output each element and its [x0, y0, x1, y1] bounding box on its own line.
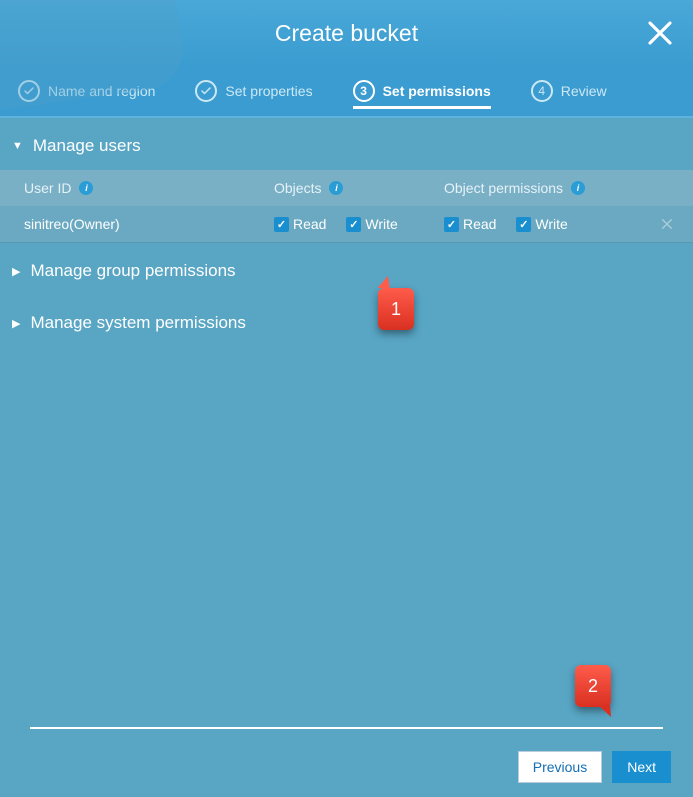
table-row: sinitreo(Owner) Read Write Read Write: [0, 206, 693, 243]
checkbox-permissions-read[interactable]: [444, 217, 459, 232]
previous-button[interactable]: Previous: [518, 751, 602, 783]
x-icon: [660, 217, 674, 231]
section-title: Manage system permissions: [30, 313, 245, 333]
caret-down-icon: ▼: [12, 140, 23, 152]
checkbox-permissions-write[interactable]: [516, 217, 531, 232]
caret-right-icon: ▶: [12, 265, 20, 278]
step-label: Review: [561, 83, 607, 99]
close-button[interactable]: [645, 18, 675, 48]
step-set-properties[interactable]: Set properties: [195, 80, 312, 102]
dialog-footer: Previous Next: [518, 751, 671, 783]
info-icon[interactable]: i: [571, 181, 585, 195]
checkbox-label: Read: [293, 216, 326, 232]
column-label: Object permissions: [444, 180, 563, 196]
column-label: Objects: [274, 180, 321, 196]
checkmark-icon: [195, 80, 217, 102]
checkbox-label: Read: [463, 216, 496, 232]
info-icon[interactable]: i: [329, 181, 343, 195]
permissions-table-header: User ID i Objects i Object permissions i: [0, 170, 693, 206]
checkbox-label: Write: [365, 216, 397, 232]
column-object-permissions: Object permissions i: [444, 180, 681, 196]
step-label: Set permissions: [383, 83, 491, 99]
info-icon[interactable]: i: [79, 181, 93, 195]
annotation-callout-2: 2: [575, 665, 611, 707]
step-label: Set properties: [225, 83, 312, 99]
section-title: Manage users: [33, 136, 141, 156]
checkbox-objects-read[interactable]: [274, 217, 289, 232]
dialog-content: ▼ Manage users User ID i Objects i Objec…: [0, 118, 693, 737]
dialog-title: Create bucket: [275, 20, 418, 47]
section-manage-system-permissions[interactable]: ▶ Manage system permissions: [0, 295, 693, 347]
footer-divider: [30, 727, 663, 729]
step-number: 4: [531, 80, 553, 102]
checkbox-label: Write: [535, 216, 567, 232]
section-manage-users[interactable]: ▼ Manage users: [0, 118, 693, 170]
column-user-id: User ID i: [24, 180, 274, 196]
column-objects: Objects i: [274, 180, 444, 196]
remove-row-button[interactable]: [653, 217, 681, 231]
next-button[interactable]: Next: [612, 751, 671, 783]
annotation-callout-1: 1: [378, 288, 414, 330]
section-manage-group-permissions[interactable]: ▶ Manage group permissions: [0, 243, 693, 295]
step-set-permissions[interactable]: 3 Set permissions: [353, 80, 491, 109]
step-number: 3: [353, 80, 375, 102]
cell-objects: Read Write: [274, 216, 444, 232]
dialog-header: Create bucket: [0, 0, 693, 66]
caret-right-icon: ▶: [12, 317, 20, 330]
cell-object-permissions: Read Write: [444, 216, 653, 232]
cell-user-id: sinitreo(Owner): [24, 216, 274, 232]
close-icon: [645, 18, 675, 48]
step-review[interactable]: 4 Review: [531, 80, 607, 102]
column-label: User ID: [24, 180, 71, 196]
checkbox-objects-write[interactable]: [346, 217, 361, 232]
section-title: Manage group permissions: [30, 261, 235, 281]
